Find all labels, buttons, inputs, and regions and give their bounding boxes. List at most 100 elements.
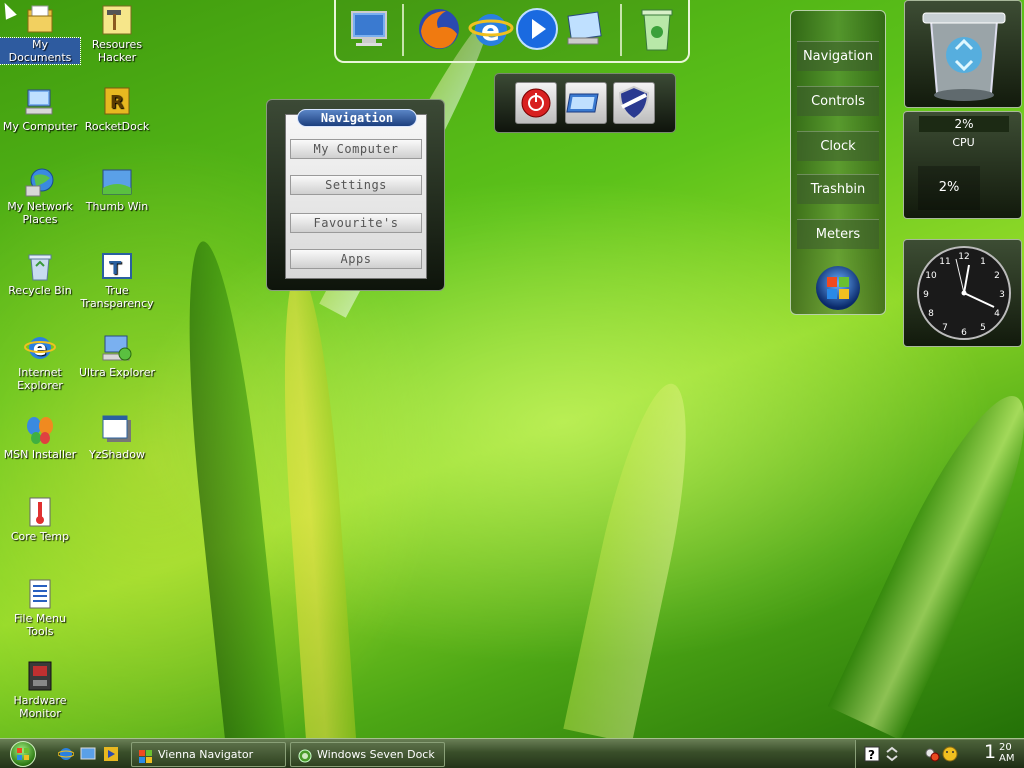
nav-apps-button[interactable]: Apps	[290, 249, 422, 269]
svg-text:e: e	[481, 14, 500, 47]
windows-logo-icon[interactable]	[816, 266, 860, 310]
clock-number-11: 11	[939, 257, 950, 267]
desktop-icon-true-transparency[interactable]: T True Transparency	[77, 250, 157, 310]
computer-icon	[24, 86, 56, 118]
desktop-icon-file-menu-tools[interactable]: File Menu Tools	[0, 578, 80, 638]
dock-media-player-icon[interactable]	[514, 6, 560, 52]
dock-internet-explorer-icon[interactable]: e	[468, 6, 514, 52]
svg-text:T: T	[109, 258, 122, 279]
clock-number-2: 2	[994, 271, 1000, 281]
dock-computer-icon[interactable]	[346, 6, 392, 52]
desktop-icon-label: RocketDock	[84, 120, 150, 133]
desktop-icon-resoures-hacker[interactable]: Resoures Hacker	[77, 4, 157, 64]
wallpaper-grass-blade	[273, 268, 357, 752]
svg-text:e: e	[33, 336, 47, 360]
svg-text:?: ?	[868, 748, 875, 762]
clock-number-6: 6	[961, 328, 967, 338]
taskbar-clock-hour[interactable]: 1	[984, 741, 996, 763]
desktop-icon-hardware-monitor[interactable]: Hardware Monitor	[0, 660, 80, 720]
navigation-panel-body: Navigation My Computer Settings Favourit…	[285, 109, 427, 279]
side-item-navigation[interactable]: Navigation	[797, 41, 879, 71]
clock-number-8: 8	[928, 309, 934, 319]
power-button[interactable]	[515, 82, 557, 124]
clock-number-3: 3	[999, 290, 1005, 300]
taskbar-button-vienna-navigator[interactable]: Vienna Navigator	[131, 742, 286, 767]
desktop-icon-label: Recycle Bin	[8, 284, 72, 297]
taskbar-clock-minutes[interactable]: 20 AM	[999, 742, 1014, 764]
navigation-panel-title: Navigation	[297, 109, 417, 127]
ultra-explorer-icon	[101, 332, 133, 364]
desktop-icon-rocketdock[interactable]: R RocketDock	[77, 86, 157, 133]
system-tray: ? 1 20 AM	[855, 740, 1024, 768]
quicklaunch-internet-explorer-icon[interactable]	[57, 746, 75, 762]
messenger-icon[interactable]	[942, 746, 958, 762]
desktop-icon-label: Ultra Explorer	[79, 366, 155, 379]
clock-number-1: 1	[980, 257, 986, 267]
cpu-usage-top-value: 2%	[919, 116, 1009, 132]
side-item-clock[interactable]: Clock	[797, 131, 879, 161]
taskbar: Vienna Navigator Windows Seven Dock ? 1 …	[0, 738, 1024, 768]
desktop-icon-label: YzShadow	[89, 448, 145, 461]
desktop-icon-my-computer[interactable]: My Computer	[0, 86, 80, 133]
dock-separator	[402, 4, 404, 56]
clock-number-5: 5	[980, 323, 986, 333]
side-item-controls[interactable]: Controls	[797, 86, 879, 116]
wallpaper-grass-blade	[172, 238, 288, 762]
svg-text:R: R	[110, 92, 124, 113]
help-icon[interactable]: ?	[864, 746, 880, 762]
desktop-icon-recycle-bin[interactable]: Recycle Bin	[0, 250, 80, 297]
show-desktop-button[interactable]	[565, 82, 607, 124]
msn-butterfly-icon	[24, 414, 56, 446]
dock-recycle-bin-icon[interactable]	[634, 6, 680, 52]
side-item-meters[interactable]: Meters	[797, 219, 879, 249]
internet-explorer-icon: e	[24, 332, 56, 364]
side-menu-panel: Navigation Controls Clock Trashbin Meter…	[790, 10, 886, 315]
cpu-usage-box-value: 2%	[918, 166, 980, 210]
shadow-window-icon	[101, 414, 133, 446]
navigation-panel: Navigation My Computer Settings Favourit…	[266, 99, 445, 291]
desktop-icon-core-temp[interactable]: Core Temp	[0, 496, 80, 543]
desktop-icon-label: True Transparency	[80, 284, 154, 310]
clock-number-9: 9	[923, 290, 929, 300]
side-item-trashbin[interactable]: Trashbin	[797, 174, 879, 204]
gears-settings-icon[interactable]	[924, 746, 940, 762]
quicklaunch-media-player-icon[interactable]	[103, 746, 119, 762]
taskbar-clock-min-value: 20	[999, 742, 1012, 753]
network-activity-icon[interactable]	[884, 746, 900, 762]
nav-my-computer-button[interactable]: My Computer	[290, 139, 422, 159]
trashbin-widget[interactable]	[904, 0, 1022, 108]
dock-control-panel-icon[interactable]	[562, 6, 608, 52]
wallpaper-grass-blade	[563, 376, 707, 744]
transparency-window-icon: T	[101, 250, 133, 282]
taskbar-button-windows-seven-dock[interactable]: Windows Seven Dock	[290, 742, 445, 767]
trashbin-icon	[922, 12, 1006, 101]
desktop-icon-msn-installer[interactable]: MSN Installer	[0, 414, 80, 461]
cpu-label: CPU	[952, 136, 975, 149]
taskbar-button-label: Windows Seven Dock	[317, 748, 435, 761]
desktop-icon-label: Thumb Win	[85, 200, 149, 213]
desktop-icon-label: Core Temp	[10, 530, 70, 543]
cpu-meter-widget[interactable]: 2% CPU 2%	[903, 111, 1022, 219]
folder-documents-icon	[24, 4, 56, 36]
desktop-icon-label: My Network Places	[7, 200, 73, 226]
file-menu-icon	[24, 578, 56, 610]
desktop-icon-label: MSN Installer	[3, 448, 77, 461]
quicklaunch-show-desktop-icon[interactable]	[80, 746, 96, 762]
analog-clock-widget[interactable]: 12 1 2 3 4 5 6 7 8 9 10 11	[903, 239, 1022, 347]
nav-favourites-button[interactable]: Favourite's	[290, 213, 422, 233]
desktop-icon-ultra-explorer[interactable]: Ultra Explorer	[77, 332, 157, 379]
nav-settings-button[interactable]: Settings	[290, 175, 422, 195]
desktop-icon-thumb-win[interactable]: Thumb Win	[77, 166, 157, 213]
desktop-icon-my-network-places[interactable]: My Network Places	[0, 166, 80, 226]
hardware-chip-icon	[24, 660, 56, 692]
start-button[interactable]	[10, 741, 36, 767]
desktop-icon-internet-explorer[interactable]: e Internet Explorer	[0, 332, 80, 392]
dock-separator	[620, 4, 622, 56]
desktop-icon-yzshadow[interactable]: YzShadow	[77, 414, 157, 461]
dock-firefox-icon[interactable]	[416, 6, 462, 52]
desktop-icon-label: File Menu Tools	[13, 612, 67, 638]
controls-panel	[494, 73, 676, 133]
security-shield-button[interactable]	[613, 82, 655, 124]
thermometer-icon	[24, 496, 56, 528]
desktop-icon-label: Resoures Hacker	[91, 38, 143, 64]
